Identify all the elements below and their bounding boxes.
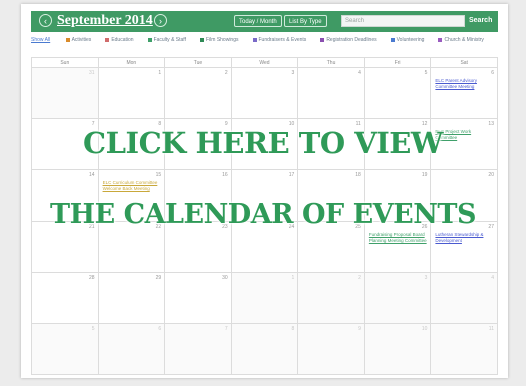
day-cell[interactable]: 7 (165, 323, 232, 375)
legend-swatch (252, 37, 257, 42)
day-cell[interactable]: 4 (431, 272, 498, 324)
day-cell[interactable]: 3 (364, 272, 432, 324)
day-cell[interactable]: 28 (32, 272, 99, 324)
legend-swatch (105, 37, 110, 42)
legend-item[interactable]: Volunteering (390, 37, 425, 43)
weekday-header: Mon (98, 58, 166, 68)
legend-label: Volunteering (396, 37, 425, 43)
day-cell[interactable]: 30 (165, 272, 232, 324)
day-cell[interactable]: 6 (98, 323, 166, 375)
day-cell[interactable]: 29 (98, 272, 166, 324)
day-cell[interactable]: 3 (231, 68, 299, 120)
day-cell[interactable]: 8 (231, 323, 299, 375)
day-number: 10 (421, 325, 428, 332)
legend-swatch (199, 37, 204, 42)
search-button[interactable]: Search (469, 15, 492, 27)
today-month-button[interactable]: Today / Month (234, 15, 282, 27)
day-number: 16 (222, 172, 228, 179)
day-number: 18 (355, 172, 361, 179)
next-month-button[interactable]: › (154, 14, 167, 27)
weekday-header: Sat (431, 58, 498, 68)
day-number: 4 (358, 70, 361, 76)
show-all-link[interactable]: Show All (31, 37, 50, 43)
legend-label: Fundraisers & Events (258, 37, 307, 43)
weekday-header: Fri (364, 58, 432, 68)
weekday-header: Wed (231, 58, 299, 68)
day-number: 1 (158, 70, 162, 76)
day-cell[interactable]: 31 (32, 68, 99, 120)
calendar-header-bar: ‹ September 2014 › Today / Month List By… (31, 11, 498, 32)
day-number: 3 (424, 274, 428, 281)
legend-item[interactable]: Activities (65, 37, 92, 43)
day-number: 5 (424, 70, 428, 76)
weekday-header: Tue (165, 58, 232, 68)
legend-label: Education (111, 37, 134, 43)
day-number: 7 (224, 325, 228, 332)
day-number: 11 (488, 325, 494, 332)
day-number: 3 (291, 70, 295, 76)
legend-swatch (320, 37, 325, 42)
day-number: 6 (491, 70, 494, 76)
day-number: 19 (421, 172, 428, 179)
day-cell[interactable]: 11 (431, 323, 498, 375)
legend-label: Faculty & Staff (153, 37, 186, 43)
day-number: 14 (89, 172, 95, 179)
month-title[interactable]: September 2014 (57, 13, 153, 29)
day-cell[interactable]: 4 (298, 68, 365, 120)
chevron-left-icon: ‹ (44, 16, 47, 26)
day-cell[interactable]: 5 (32, 323, 99, 375)
day-number: 1 (291, 274, 295, 281)
day-cell[interactable]: 2 (298, 272, 365, 324)
event-link[interactable]: Fundraising Proposal Board Planning Meet… (369, 232, 428, 244)
legend-item[interactable]: Church & Ministry (438, 37, 484, 43)
legend-swatch (390, 37, 395, 42)
legend-item[interactable]: Registration Deadlines (320, 37, 377, 43)
day-number: 28 (89, 274, 95, 281)
legend-item[interactable]: Faculty & Staff (147, 37, 186, 43)
event-link[interactable]: ELC Curriculum Committee Welcome Back Me… (103, 180, 162, 192)
overlay-line-2[interactable]: THE CALENDAR OF EVENTS (0, 199, 526, 230)
day-cell[interactable]: 5 (364, 68, 432, 120)
legend-swatch (147, 37, 152, 42)
weekday-header: Sun (32, 58, 99, 68)
legend-item[interactable]: Film Showings (199, 37, 239, 43)
day-number: 2 (358, 274, 361, 281)
day-cell[interactable]: 9 (298, 323, 365, 375)
overlay-line-1[interactable]: CLICK HERE TO VIEW (0, 126, 526, 160)
day-number: 29 (155, 274, 162, 281)
weekday-header: Thu (298, 58, 365, 68)
search-input[interactable]: Search (341, 15, 465, 27)
day-cell[interactable]: 1 (98, 68, 166, 120)
legend-swatch (438, 37, 443, 42)
day-number: 30 (222, 274, 228, 281)
day-cell[interactable]: 2 (165, 68, 232, 120)
day-number: 5 (91, 325, 95, 332)
event-link[interactable]: Lutheran Stewardship & Development (435, 232, 494, 244)
day-number: 20 (488, 172, 494, 179)
category-legend: Show All Activities Education Faculty & St… (31, 37, 498, 49)
legend-item[interactable]: Fundraisers & Events (252, 37, 307, 43)
legend-label: Church & Ministry (444, 37, 484, 43)
day-cell[interactable]: 1 (231, 272, 299, 324)
chevron-right-icon: › (159, 16, 162, 26)
day-number: 4 (491, 274, 494, 281)
day-number: 17 (288, 172, 295, 179)
calendar-panel: ‹ September 2014 › Today / Month List By… (21, 4, 508, 378)
legend-label: Registration Deadlines (326, 37, 377, 43)
day-number: 8 (291, 325, 295, 332)
day-number: 2 (224, 70, 228, 76)
legend-label: Activities (71, 37, 92, 43)
list-by-type-button[interactable]: List By Type (284, 15, 327, 27)
day-cell[interactable]: 10 (364, 323, 432, 375)
day-cell[interactable]: 6 ELC Parent Advisory Committee Meeting (431, 68, 498, 120)
day-number: 15 (155, 172, 162, 179)
event-link[interactable]: ELC Parent Advisory Committee Meeting (435, 78, 494, 90)
prev-month-button[interactable]: ‹ (39, 14, 52, 27)
legend-swatch (65, 37, 70, 42)
legend-label: Film Showings (205, 37, 239, 43)
day-number: 6 (158, 325, 162, 332)
day-number: 9 (358, 325, 361, 332)
day-number: 31 (89, 70, 95, 76)
legend-item[interactable]: Education (105, 37, 134, 43)
